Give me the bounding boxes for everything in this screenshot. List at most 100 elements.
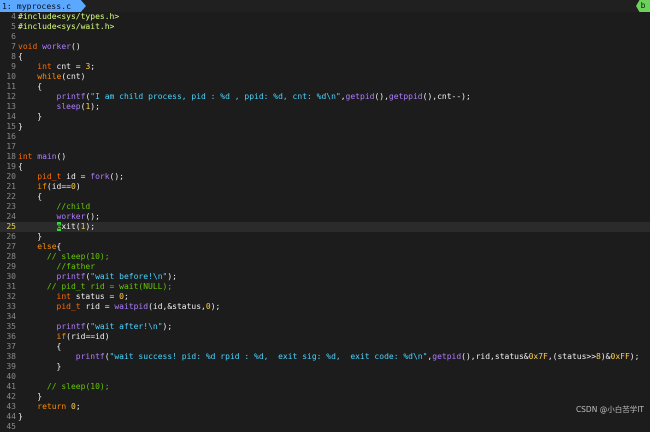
code-line-12[interactable]: 12 printf("I am child process, pid : %d …: [0, 92, 650, 102]
code-line-4[interactable]: 4 #include<sys/types.h>: [0, 12, 650, 22]
code-text: exit(1);: [56, 222, 96, 231]
code-text: while(cnt): [37, 72, 86, 81]
line-number: 4: [11, 12, 16, 21]
code-line-9[interactable]: 9 int cnt = 3;: [0, 62, 650, 72]
line-number: 39: [6, 362, 16, 371]
code-text: //child: [56, 202, 91, 211]
code-text: else{: [37, 242, 62, 251]
code-line-24[interactable]: 24 worker();: [0, 212, 650, 222]
code-line-36[interactable]: 36 if(rid==id): [0, 332, 650, 342]
line-number: 40: [6, 372, 16, 381]
code-editor[interactable]: 4 #include<sys/types.h> 5 #include<sys/wait…: [0, 12, 650, 431]
code-line-21[interactable]: 21 if(id==0): [0, 182, 650, 192]
code-text: #include<sys/types.h>: [18, 12, 120, 21]
line-number: 25: [6, 222, 16, 231]
code-line-14[interactable]: 14 }: [0, 112, 650, 122]
code-text: }: [18, 362, 62, 371]
code-line-45[interactable]: 45: [0, 422, 650, 432]
tab-bar: 1: myprocess.c b: [0, 0, 650, 12]
line-number: 42: [6, 392, 16, 401]
code-text: }: [18, 232, 43, 241]
code-text: int status = 0;: [56, 292, 129, 301]
code-line-43[interactable]: 43 return 0;: [0, 402, 650, 412]
code-text: {: [18, 162, 23, 171]
code-text: {: [18, 192, 43, 201]
line-number: 44: [6, 412, 16, 421]
tab-myprocess-c[interactable]: 1: myprocess.c: [0, 0, 86, 12]
code-text: {: [18, 52, 23, 61]
code-text: }: [18, 392, 43, 401]
right-tab-badge[interactable]: b: [636, 0, 650, 12]
code-text: sleep(1);: [56, 102, 100, 111]
code-line-35[interactable]: 35 printf("wait after!\n");: [0, 322, 650, 332]
code-line-27[interactable]: 27 else{: [0, 242, 650, 252]
line-number: 13: [6, 102, 16, 111]
line-number: 16: [6, 132, 16, 141]
code-line-17[interactable]: 17: [0, 142, 650, 152]
terminal-vim-window: 1: myprocess.c b 4 #include<sys/types.h> 5…: [0, 0, 650, 431]
code-line-6[interactable]: 6: [0, 32, 650, 42]
code-line-37[interactable]: 37 {: [0, 342, 650, 352]
line-number: 8: [11, 52, 16, 61]
code-line-33[interactable]: 33 pid_t rid = waitpid(id,&status,0);: [0, 302, 650, 312]
code-line-26[interactable]: 26 }: [0, 232, 650, 242]
line-number: 24: [6, 212, 16, 221]
code-line-19[interactable]: 19{: [0, 162, 650, 172]
code-line-11[interactable]: 11 {: [0, 82, 650, 92]
line-number: 27: [6, 242, 16, 251]
code-text: printf("wait after!\n");: [56, 322, 173, 331]
line-number: 38: [6, 352, 16, 361]
code-text: }: [18, 112, 43, 121]
code-line-28[interactable]: 28 // sleep(10);: [0, 252, 650, 262]
line-number: 19: [6, 162, 16, 171]
code-line-39[interactable]: 39 }: [0, 362, 650, 372]
code-text: }: [18, 412, 23, 421]
line-number: 21: [6, 182, 16, 191]
code-text: printf("I am child process, pid : %d , p…: [56, 92, 471, 101]
line-number: 11: [6, 82, 16, 91]
code-line-25[interactable]: 25 exit(1);: [0, 222, 650, 232]
line-number: 32: [6, 292, 16, 301]
code-line-15[interactable]: 15}: [0, 122, 650, 132]
line-number: 43: [6, 402, 16, 411]
code-line-20[interactable]: 20 pid_t id = fork();: [0, 172, 650, 182]
code-line-30[interactable]: 30 printf("wait before!\n");: [0, 272, 650, 282]
code-line-32[interactable]: 32 int status = 0;: [0, 292, 650, 302]
code-line-34[interactable]: 34: [0, 312, 650, 322]
line-number: 30: [6, 272, 16, 281]
code-text: pid_t id = fork();: [37, 172, 124, 181]
code-line-5[interactable]: 5 #include<sys/wait.h>: [0, 22, 650, 32]
code-text: pid_t rid = waitpid(id,&status,0);: [56, 302, 221, 311]
code-line-10[interactable]: 10 while(cnt): [0, 72, 650, 82]
code-line-40[interactable]: 40: [0, 372, 650, 382]
line-number: 14: [6, 112, 16, 121]
code-text: // sleep(10);: [46, 252, 110, 261]
line-number: 12: [6, 92, 16, 101]
code-line-23[interactable]: 23 //child: [0, 202, 650, 212]
code-line-22[interactable]: 22 {: [0, 192, 650, 202]
code-line-31[interactable]: 31 // pid_t rid = wait(NULL);: [0, 282, 650, 292]
code-line-16[interactable]: 16: [0, 132, 650, 142]
code-text: void worker(): [18, 42, 81, 51]
line-number: 41: [6, 382, 16, 391]
code-line-8[interactable]: 8{: [0, 52, 650, 62]
code-text: int cnt = 3;: [37, 62, 96, 71]
line-number: 9: [11, 62, 16, 71]
code-line-18[interactable]: 18 int main(): [0, 152, 650, 162]
line-number: 33: [6, 302, 16, 311]
code-line-7[interactable]: 7 void worker(): [0, 42, 650, 52]
code-line-38[interactable]: 38 printf("wait success! pid: %d rpid : …: [0, 352, 650, 362]
line-number: 6: [11, 32, 16, 41]
line-number: 10: [6, 72, 16, 81]
code-line-29[interactable]: 29 //father: [0, 262, 650, 272]
line-number: 22: [6, 192, 16, 201]
code-line-42[interactable]: 42 }: [0, 392, 650, 402]
code-text: return 0;: [37, 402, 81, 411]
code-line-13[interactable]: 13 sleep(1);: [0, 102, 650, 112]
code-line-41[interactable]: 41 // sleep(10);: [0, 382, 650, 392]
code-line-44[interactable]: 44}: [0, 412, 650, 422]
line-number: 7: [11, 42, 16, 51]
line-number: 35: [6, 322, 16, 331]
code-text: printf("wait before!\n");: [56, 272, 177, 281]
code-text: #include<sys/wait.h>: [18, 22, 115, 31]
